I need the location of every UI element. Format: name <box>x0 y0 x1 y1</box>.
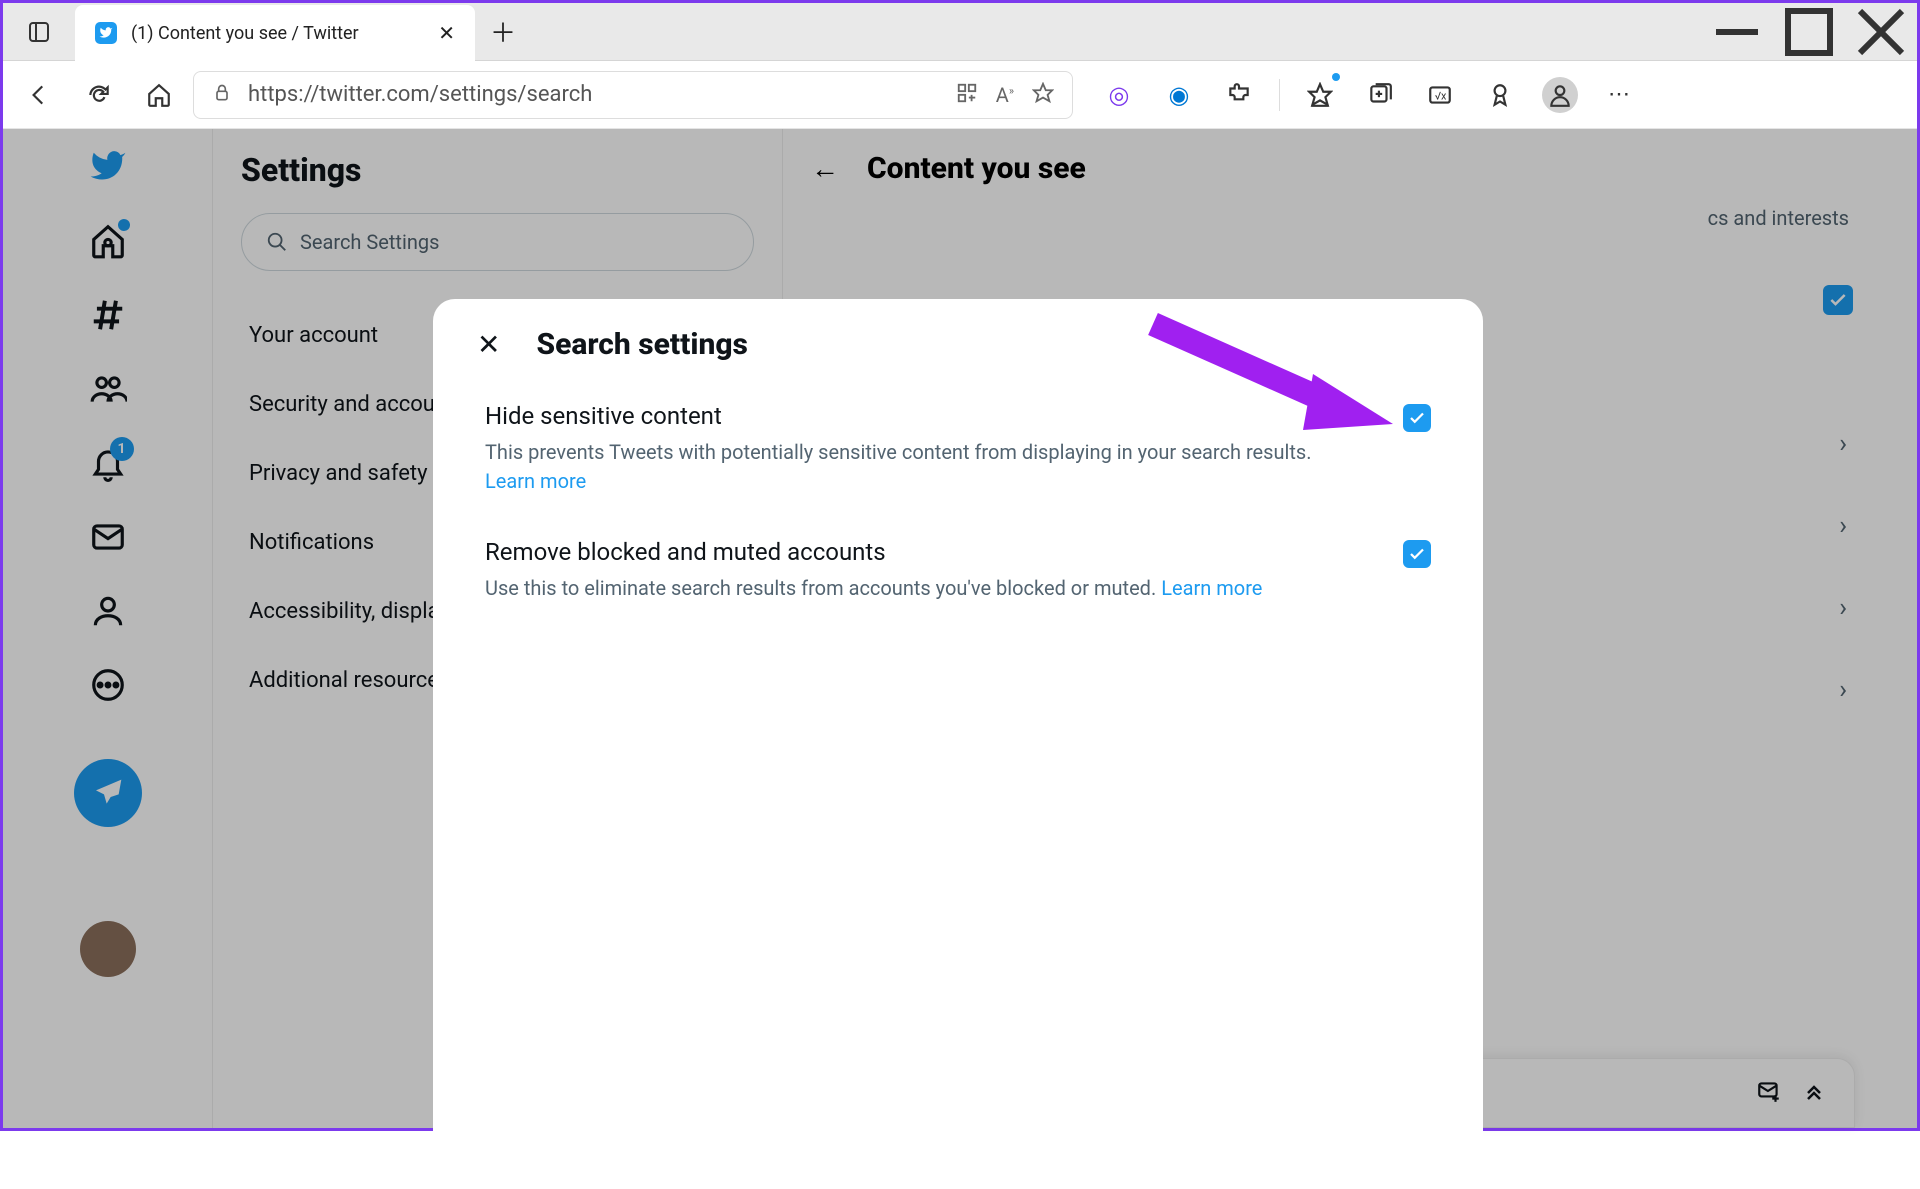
hide-sensitive-label: Hide sensitive content <box>485 402 1373 430</box>
favorites-icon[interactable] <box>1294 69 1346 121</box>
browser-tab[interactable]: (1) Content you see / Twitter ✕ <box>75 5 475 61</box>
remove-blocked-label: Remove blocked and muted accounts <box>485 538 1373 566</box>
tab-actions-icon[interactable] <box>3 3 75 60</box>
close-window-icon[interactable] <box>1845 3 1917 60</box>
extensions-icon[interactable] <box>1213 69 1265 121</box>
address-bar[interactable]: https://twitter.com/settings/search A» <box>193 71 1073 119</box>
maximize-icon[interactable] <box>1773 3 1845 60</box>
learn-more-link-1[interactable]: Learn more <box>485 469 586 493</box>
hide-sensitive-checkbox[interactable] <box>1403 404 1431 432</box>
home-icon[interactable] <box>133 69 185 121</box>
profile-icon[interactable] <box>1534 69 1586 121</box>
svg-text:√x: √x <box>1435 89 1447 102</box>
collections-icon[interactable] <box>1354 69 1406 121</box>
refresh-icon[interactable] <box>73 69 125 121</box>
back-icon[interactable] <box>13 69 65 121</box>
menu-icon[interactable]: ⋯ <box>1594 69 1646 121</box>
lock-icon <box>212 83 232 107</box>
extension-2-icon[interactable]: ◉ <box>1153 69 1205 121</box>
minimize-icon[interactable] <box>1701 3 1773 60</box>
browser-titlebar: (1) Content you see / Twitter ✕ ＋ <box>3 3 1917 61</box>
favorite-icon[interactable] <box>1032 82 1054 108</box>
remove-blocked-desc: Use this to eliminate search results fro… <box>485 576 1156 600</box>
new-tab-button[interactable]: ＋ <box>475 3 531 60</box>
modal-title: Search settings <box>536 327 747 362</box>
browser-toolbar: https://twitter.com/settings/search A» ◎… <box>3 61 1917 129</box>
learn-more-link-2[interactable]: Learn more <box>1161 576 1262 600</box>
close-modal-icon[interactable]: ✕ <box>477 328 500 361</box>
read-aloud-icon[interactable]: A» <box>996 83 1014 107</box>
math-solver-icon[interactable]: √x <box>1414 69 1466 121</box>
rewards-icon[interactable] <box>1474 69 1526 121</box>
app-icon[interactable] <box>956 82 978 108</box>
url-text: https://twitter.com/settings/search <box>248 82 940 107</box>
tab-title: (1) Content you see / Twitter <box>131 23 424 44</box>
tab-close-icon[interactable]: ✕ <box>438 21 455 45</box>
remove-blocked-checkbox[interactable] <box>1403 540 1431 568</box>
extension-1-icon[interactable]: ◎ <box>1093 69 1145 121</box>
search-settings-modal: ✕ Search settings Hide sensitive content… <box>433 299 1483 1189</box>
twitter-favicon-icon <box>95 22 117 44</box>
hide-sensitive-desc: This prevents Tweets with potentially se… <box>485 440 1312 464</box>
